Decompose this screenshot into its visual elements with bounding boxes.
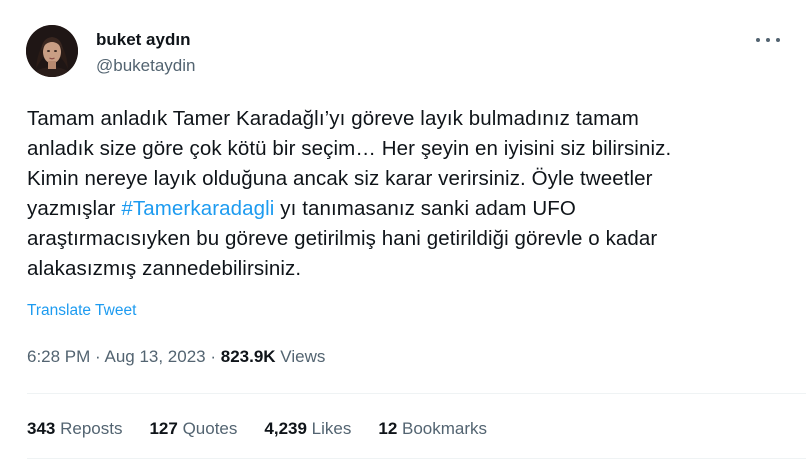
display-name[interactable]: buket aydın xyxy=(96,29,190,51)
views-label: Views xyxy=(275,347,326,366)
more-dot xyxy=(766,38,770,42)
tweet-line: Kimin nereye layık olduğuna ancak siz ka… xyxy=(27,167,653,190)
user-handle[interactable]: @buketaydin xyxy=(96,55,196,77)
tweet-meta: 6:28 PM · Aug 13, 2023 · 823.9K Views xyxy=(27,346,325,368)
tweet-stats: 343 Reposts 127 Quotes 4,239 Likes 12 Bo… xyxy=(27,418,514,440)
divider xyxy=(27,458,806,459)
likes-stat[interactable]: 4,239 Likes xyxy=(264,418,351,440)
tweet-line: alakasızmış zannedebilirsiniz. xyxy=(27,257,302,280)
bookmarks-count: 12 xyxy=(378,419,398,438)
tweet-text: Tamam anladık Tamer Karadağlı’yı göreve … xyxy=(27,104,797,284)
meta-separator: · xyxy=(90,347,105,366)
tweet-line-segment: yı tanımasanız sanki adam UFO xyxy=(274,197,576,220)
tweet-line: anladık size göre çok kötü bir seçim… He… xyxy=(27,137,672,160)
meta-separator: · xyxy=(205,347,221,366)
tweet-line: yazmışlar #Tamerkaradagli yı tanımasanız… xyxy=(27,194,797,224)
likes-count: 4,239 xyxy=(264,419,307,438)
more-dot xyxy=(776,38,780,42)
reposts-count: 343 xyxy=(27,419,56,438)
more-dot xyxy=(756,38,760,42)
quotes-count: 127 xyxy=(149,419,178,438)
views-count: 823.9K xyxy=(220,347,276,366)
reposts-stat[interactable]: 343 Reposts xyxy=(27,418,122,440)
translate-tweet-link[interactable]: Translate Tweet xyxy=(27,301,136,321)
tweet-time[interactable]: 6:28 PM xyxy=(27,347,90,366)
more-icon[interactable] xyxy=(756,30,780,50)
tweet-line: Tamam anladık Tamer Karadağlı’yı göreve … xyxy=(27,107,639,130)
quotes-stat[interactable]: 127 Quotes xyxy=(149,418,237,440)
bookmarks-stat[interactable]: 12 Bookmarks xyxy=(378,418,487,440)
divider xyxy=(27,393,806,394)
hashtag-link[interactable]: #Tamerkaradagli xyxy=(121,197,274,220)
avatar[interactable] xyxy=(26,25,78,77)
tweet-line-segment: yazmışlar xyxy=(27,197,122,220)
bookmarks-label: Bookmarks xyxy=(397,419,488,438)
tweet-line: araştırmacısıyken bu göreve getirilmiş h… xyxy=(27,227,658,250)
tweet-card: buket aydın @buketaydin Tamam anladık Ta… xyxy=(0,0,806,460)
avatar-photo xyxy=(26,25,78,77)
likes-label: Likes xyxy=(306,419,352,438)
quotes-label: Quotes xyxy=(177,419,238,438)
reposts-label: Reposts xyxy=(55,419,123,438)
tweet-date[interactable]: Aug 13, 2023 xyxy=(104,347,205,366)
